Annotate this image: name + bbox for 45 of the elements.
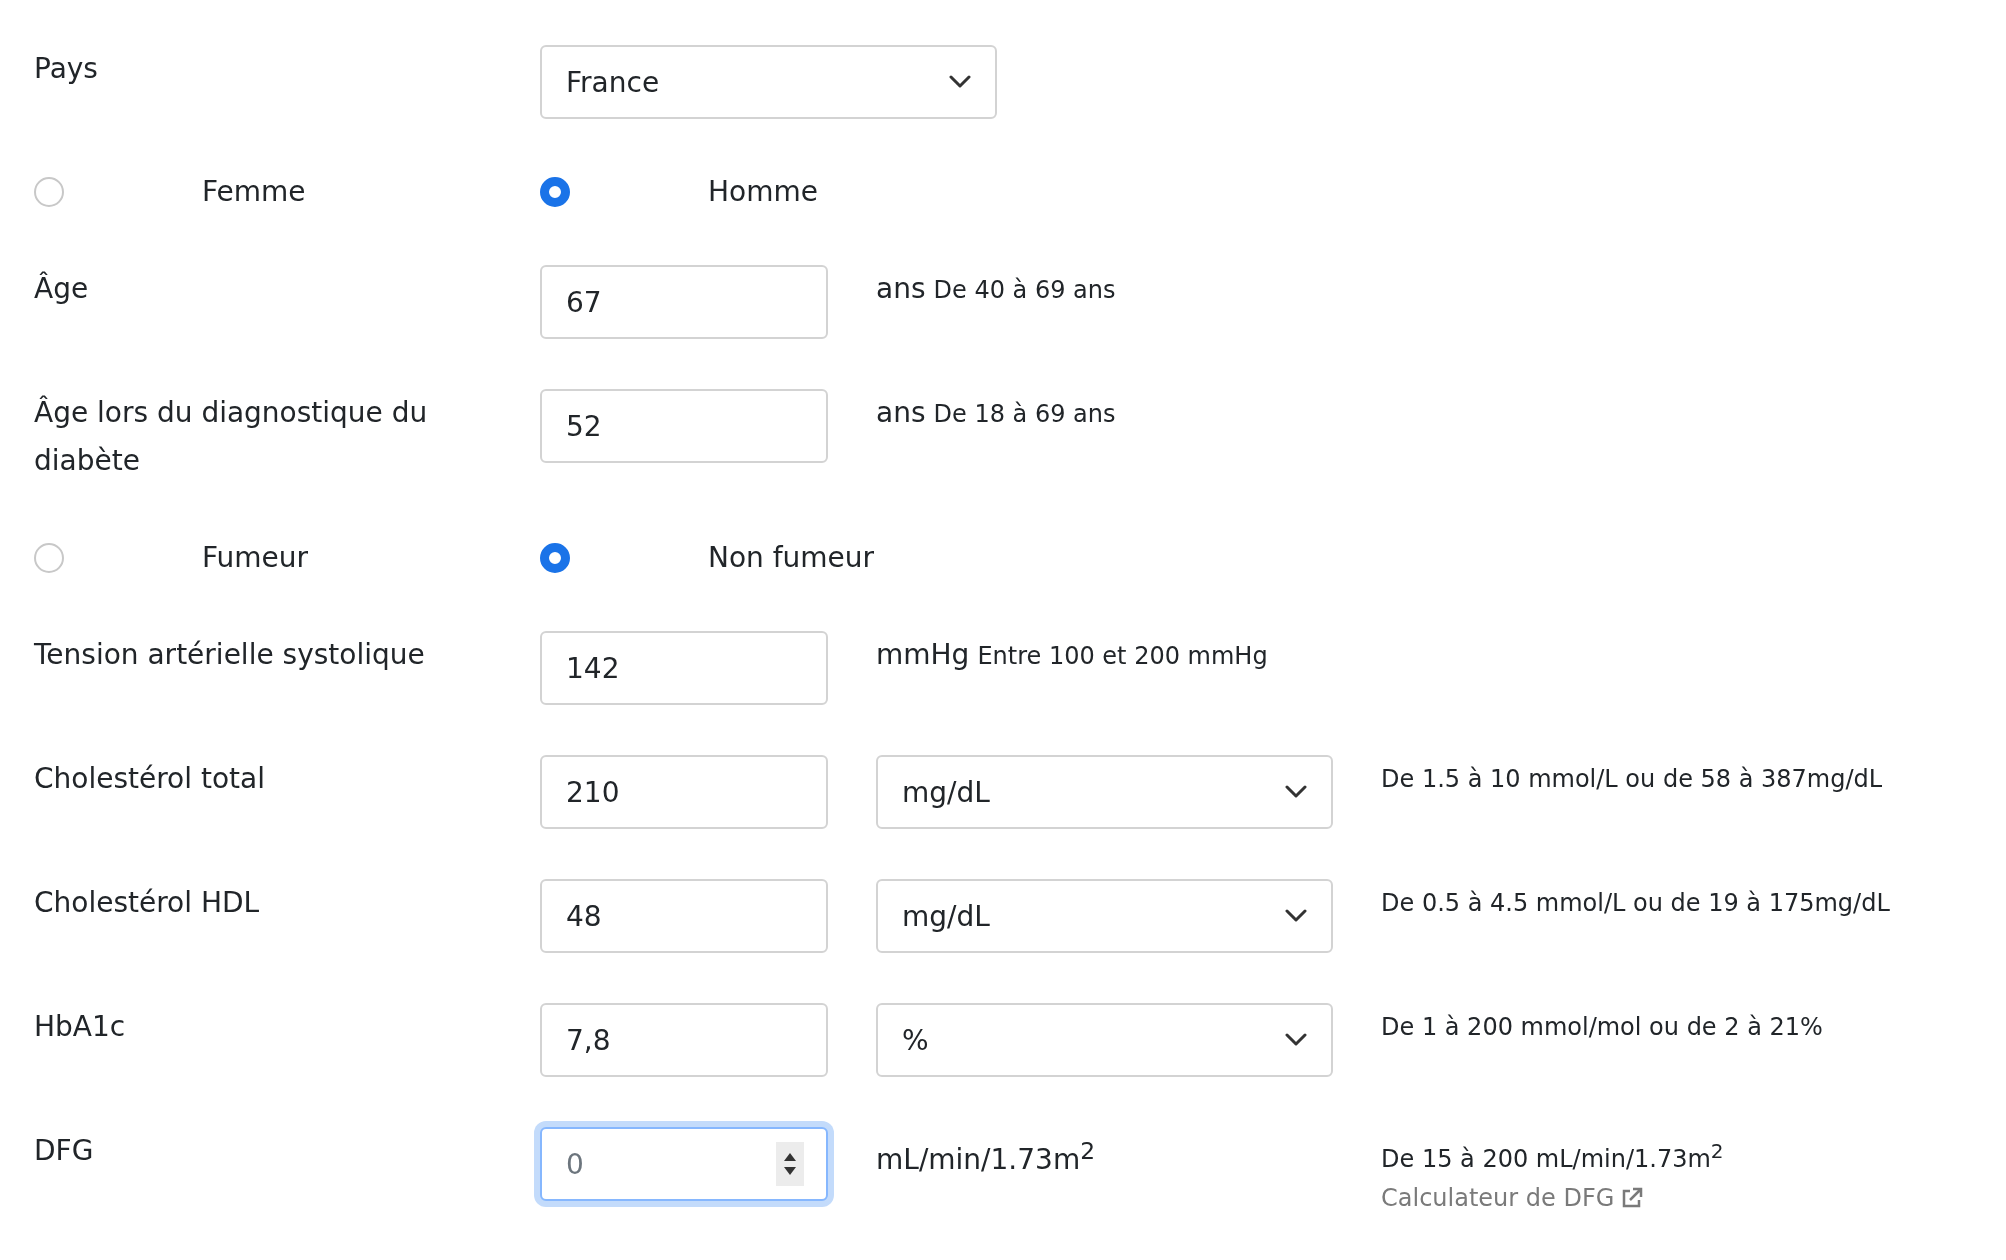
unit-select[interactable]: mg/dL	[876, 755, 1333, 829]
field-label: Âge lors du diagnostique du diabète	[34, 394, 429, 479]
range-hint: De 15 à 200 mL/min/1.73m$^{2}$	[1381, 1138, 1725, 1175]
radio-button[interactable]	[540, 177, 570, 207]
unit-label: ans	[876, 271, 926, 307]
field-label: Cholestérol HDL	[34, 885, 261, 921]
radio-button[interactable]	[540, 543, 570, 573]
range-hint: De 40 à 69 ans	[933, 276, 1116, 304]
radio-label: Non fumeur	[708, 540, 875, 576]
field-label: Âge	[34, 270, 90, 307]
number-input[interactable]: 48	[540, 879, 828, 953]
radio-button[interactable]	[34, 543, 64, 573]
range-hint: De 18 à 69 ans	[933, 400, 1116, 428]
field-label: Pays	[34, 51, 99, 87]
range-hint: De 0.5 à 4.5 mmol/L ou de 19 à 175mg/dL	[1381, 888, 1891, 919]
unit-select[interactable]: %	[876, 1003, 1333, 1077]
field-label: Cholestérol total	[34, 761, 266, 797]
number-input[interactable]: 7,8	[540, 1003, 828, 1077]
number-input[interactable]: 52	[540, 389, 828, 463]
radio-button[interactable]	[34, 177, 64, 207]
range-hint: De 1 à 200 mmol/mol ou de 2 à 21%	[1381, 1012, 1824, 1043]
unit-label: mL/min/1.73m$^{2}$	[876, 1136, 1096, 1179]
chevron-down-icon	[949, 75, 971, 89]
unit-label: mmHg	[876, 637, 970, 673]
radio-label: Fumeur	[202, 540, 309, 576]
number-input[interactable]: 210	[540, 755, 828, 829]
unit-select[interactable]: mg/dL	[876, 879, 1333, 953]
radio-label: Femme	[202, 174, 306, 210]
number-input[interactable]: 67	[540, 265, 828, 339]
range-hint: De 1.5 à 10 mmol/L ou de 58 à 387mg/dL	[1381, 764, 1884, 795]
number-input[interactable]: 0	[540, 1127, 828, 1201]
external-link-icon	[1620, 1186, 1645, 1210]
calculator-link[interactable]: Calculateur de DFG	[1381, 1183, 2006, 1213]
chevron-down-icon	[1285, 909, 1307, 923]
chevron-down-icon	[1285, 785, 1307, 799]
stepper-icon[interactable]	[776, 1142, 804, 1186]
field-label: Tension artérielle systolique	[34, 637, 426, 673]
country-select[interactable]: France	[540, 45, 997, 119]
range-hint: Entre 100 et 200 mmHg	[977, 642, 1268, 670]
chevron-down-icon	[1285, 1033, 1307, 1047]
number-input[interactable]: 142	[540, 631, 828, 705]
radio-label: Homme	[708, 174, 818, 210]
unit-label: ans	[876, 395, 926, 431]
field-label: HbA1c	[34, 1009, 127, 1045]
field-label: DFG	[34, 1133, 95, 1169]
